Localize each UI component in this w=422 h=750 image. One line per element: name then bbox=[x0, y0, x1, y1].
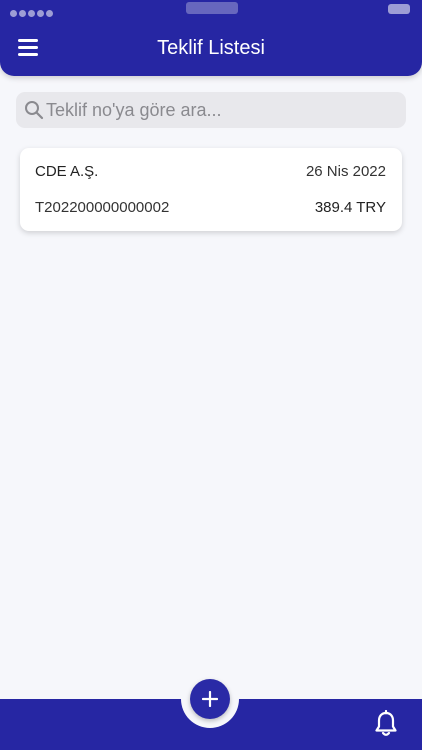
search-bar[interactable] bbox=[16, 92, 406, 128]
search-input[interactable] bbox=[46, 92, 396, 128]
offer-amount: 389.4 TRY bbox=[314, 199, 386, 216]
bell-icon[interactable] bbox=[373, 710, 399, 738]
search-icon bbox=[25, 101, 44, 120]
offer-number: T202200000000002 bbox=[35, 199, 170, 216]
status-time bbox=[186, 2, 238, 14]
offer-date: 26 Nis 2022 bbox=[305, 163, 386, 180]
add-offer-button[interactable] bbox=[190, 679, 230, 719]
signal-strength-icon bbox=[10, 4, 66, 17]
offer-company: CDE A.Ş. bbox=[35, 163, 99, 180]
app-header: Teklif Listesi bbox=[0, 0, 422, 76]
status-bar bbox=[0, 0, 422, 20]
plus-icon bbox=[202, 691, 218, 707]
page-title: Teklif Listesi bbox=[157, 37, 265, 59]
offer-card[interactable]: CDE A.Ş. 26 Nis 2022 T202200000000002 38… bbox=[20, 148, 402, 231]
battery-icon bbox=[388, 4, 410, 14]
